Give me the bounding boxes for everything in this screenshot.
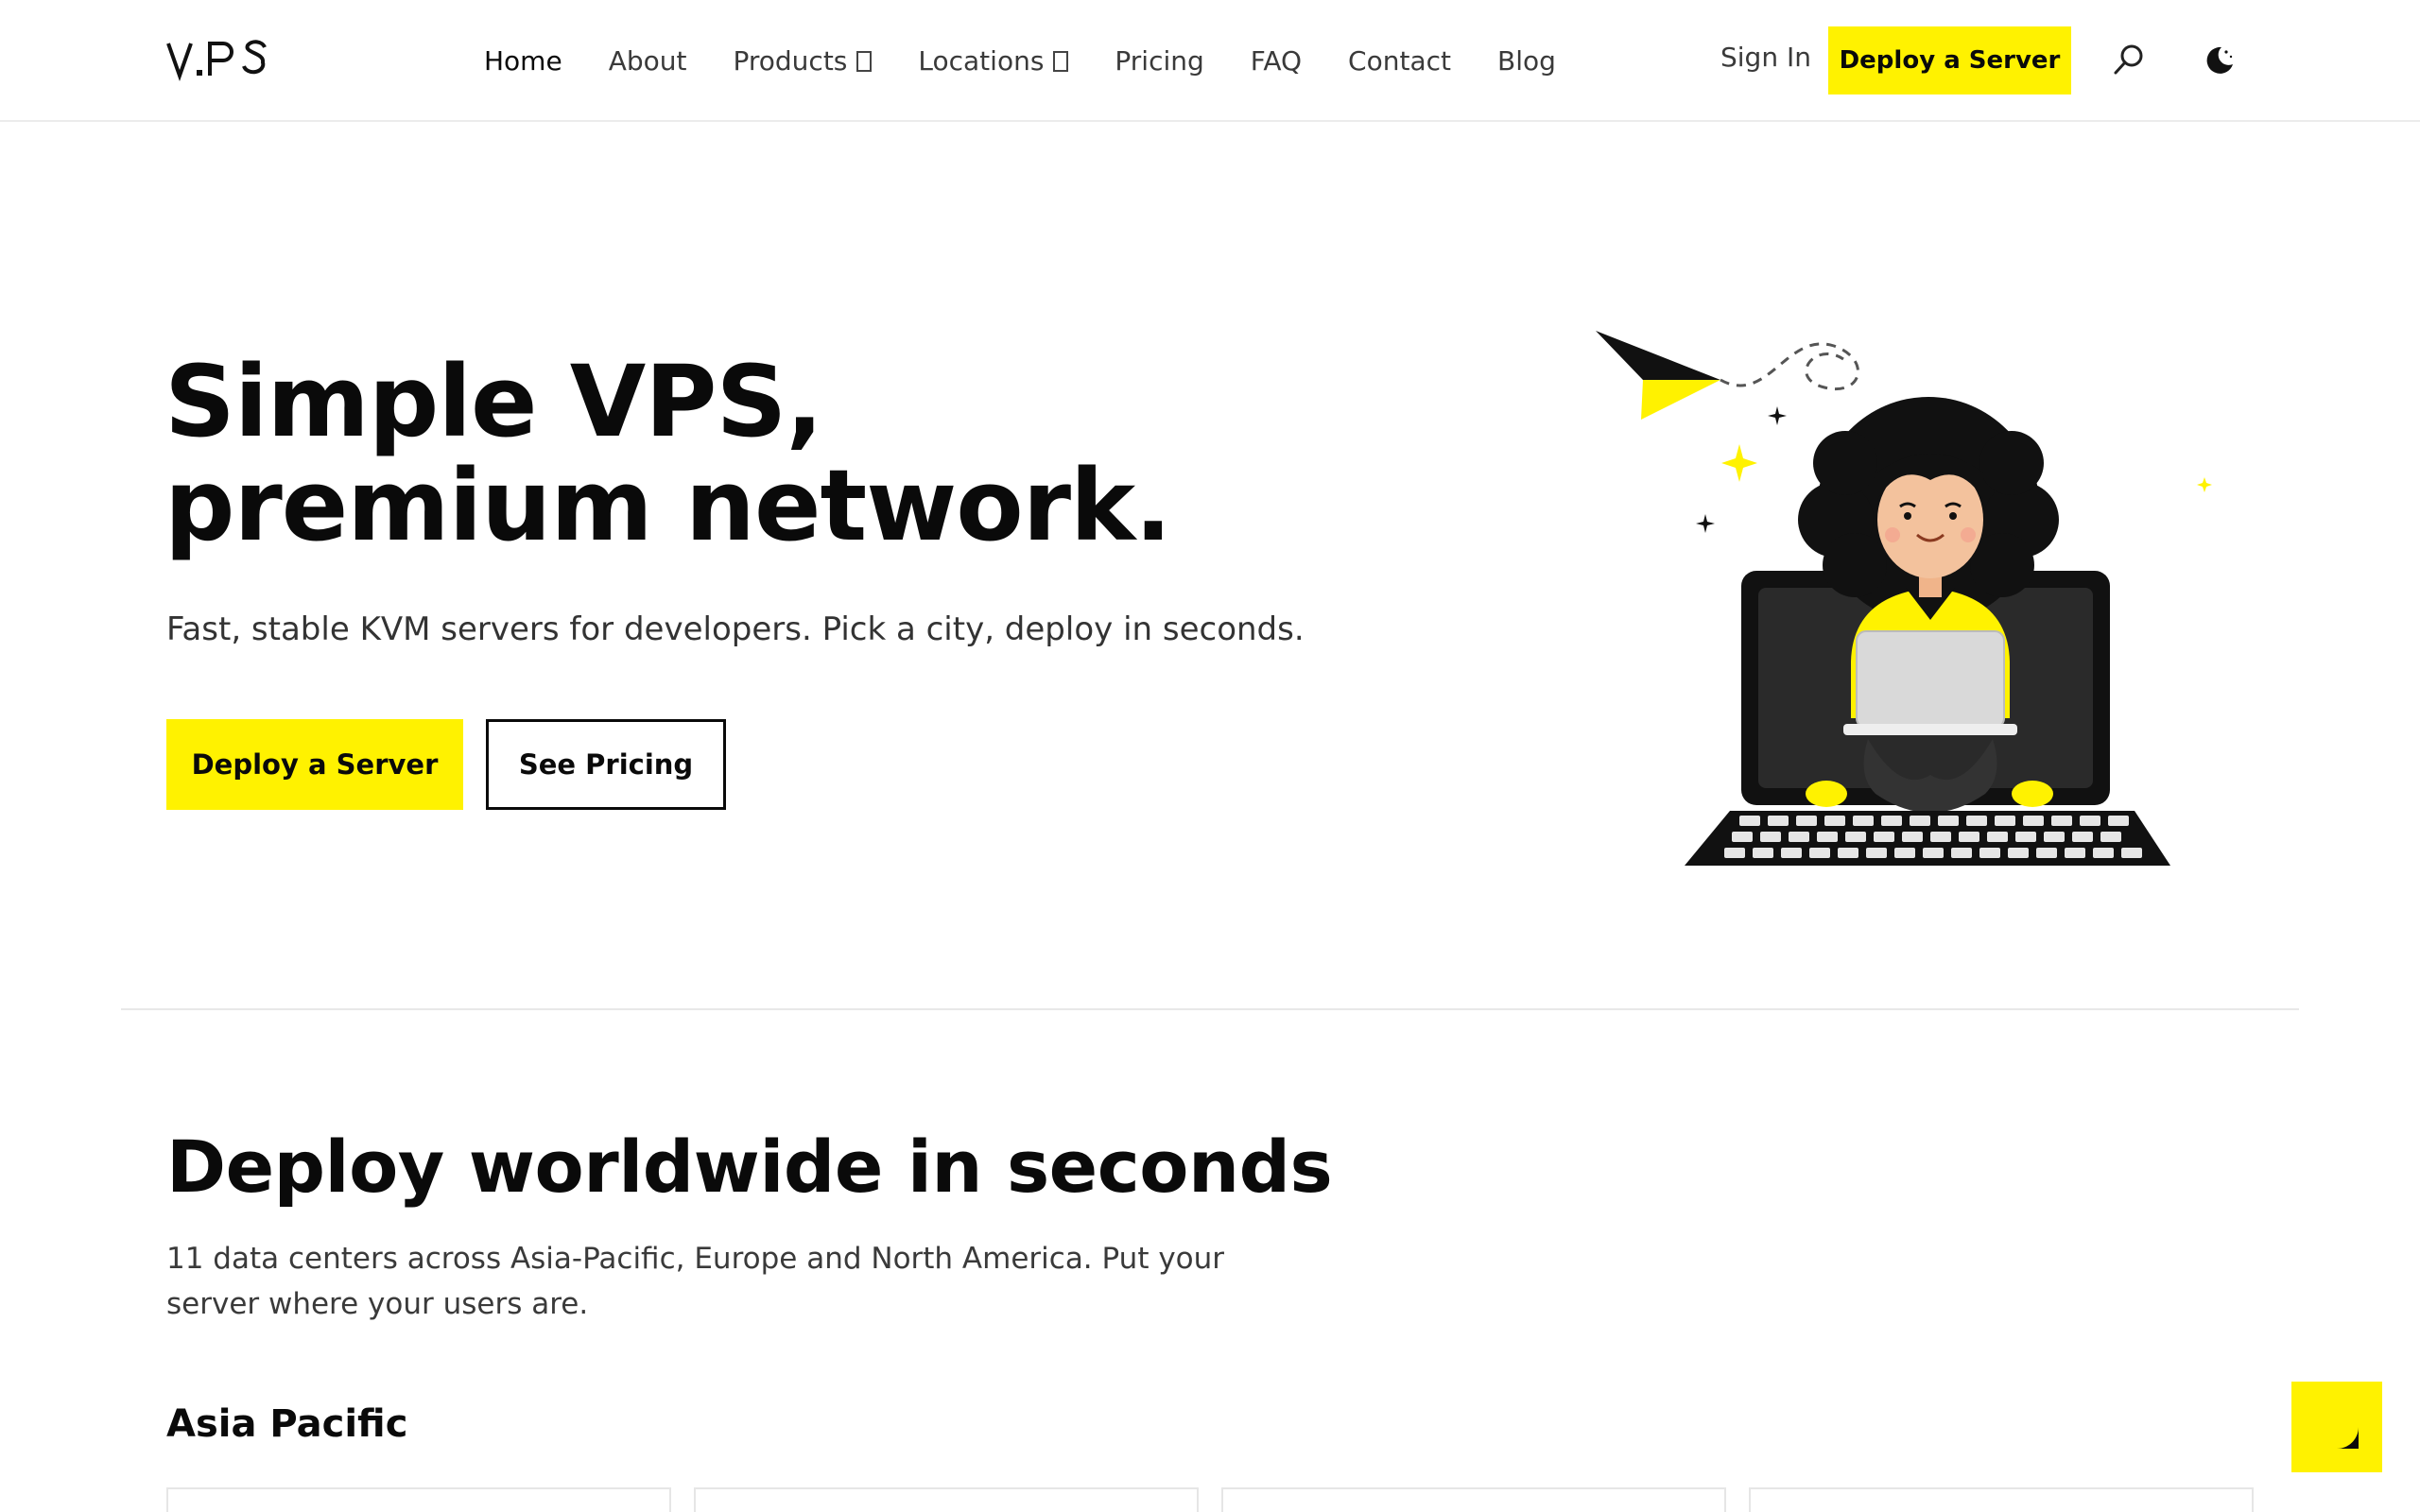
hero-title-line-2: premium network. (164, 448, 1172, 563)
dropdown-icon (856, 51, 873, 72)
chat-button[interactable] (2291, 1382, 2382, 1472)
nav-about[interactable]: About (609, 45, 687, 77)
nav-products-label: Products (733, 44, 848, 77)
region-title-asia-pacific: Asia Pacific (166, 1402, 408, 1446)
location-card[interactable] (1221, 1487, 1726, 1512)
hero-subtitle: Fast, stable KVM servers for developers.… (166, 610, 1305, 648)
nav-home[interactable]: Home (484, 45, 562, 77)
main-nav: Home About Products Locations Pricing FA… (484, 0, 1602, 121)
paper-plane-icon (1596, 331, 1859, 420)
nav-blog[interactable]: Blog (1497, 45, 1556, 77)
section-divider (121, 1008, 2299, 1010)
deploy-section-subtitle: 11 data centers across Asia-Pacific, Eur… (166, 1242, 1225, 1321)
see-pricing-button[interactable]: See Pricing (486, 719, 726, 810)
hero-title: Simple VPS, premium network. (164, 350, 1172, 558)
deploy-server-button[interactable]: Deploy a Server (166, 719, 463, 810)
sign-in-link[interactable]: Sign In (1720, 42, 1811, 73)
nav-pricing[interactable]: Pricing (1115, 45, 1203, 77)
hero-title-line-1: Simple VPS, (164, 344, 823, 459)
hero-illustration (1588, 321, 2231, 879)
deploy-section-title: Deploy worldwide in seconds (166, 1125, 1333, 1209)
nav-contact[interactable]: Contact (1348, 45, 1451, 77)
logo-mark-icon (166, 40, 267, 81)
dropdown-icon (1053, 51, 1069, 72)
nav-locations-label: Locations (918, 44, 1045, 77)
brand-logo[interactable] (166, 38, 268, 81)
nav-faq[interactable]: FAQ (1251, 45, 1302, 77)
location-card[interactable] (694, 1487, 1199, 1512)
nav-deploy-button[interactable]: Deploy a Server (1828, 26, 2071, 94)
location-cards (166, 1487, 2254, 1512)
location-card[interactable] (1749, 1487, 2254, 1512)
chat-bubble-icon (2315, 1405, 2359, 1449)
nav-locations[interactable]: Locations (918, 44, 1069, 77)
location-card[interactable] (166, 1487, 671, 1512)
search-icon[interactable] (2110, 42, 2148, 79)
nav-products[interactable]: Products (733, 44, 873, 77)
top-navigation: Home About Products Locations Pricing FA… (0, 0, 2420, 122)
moon-icon[interactable] (2201, 42, 2238, 79)
